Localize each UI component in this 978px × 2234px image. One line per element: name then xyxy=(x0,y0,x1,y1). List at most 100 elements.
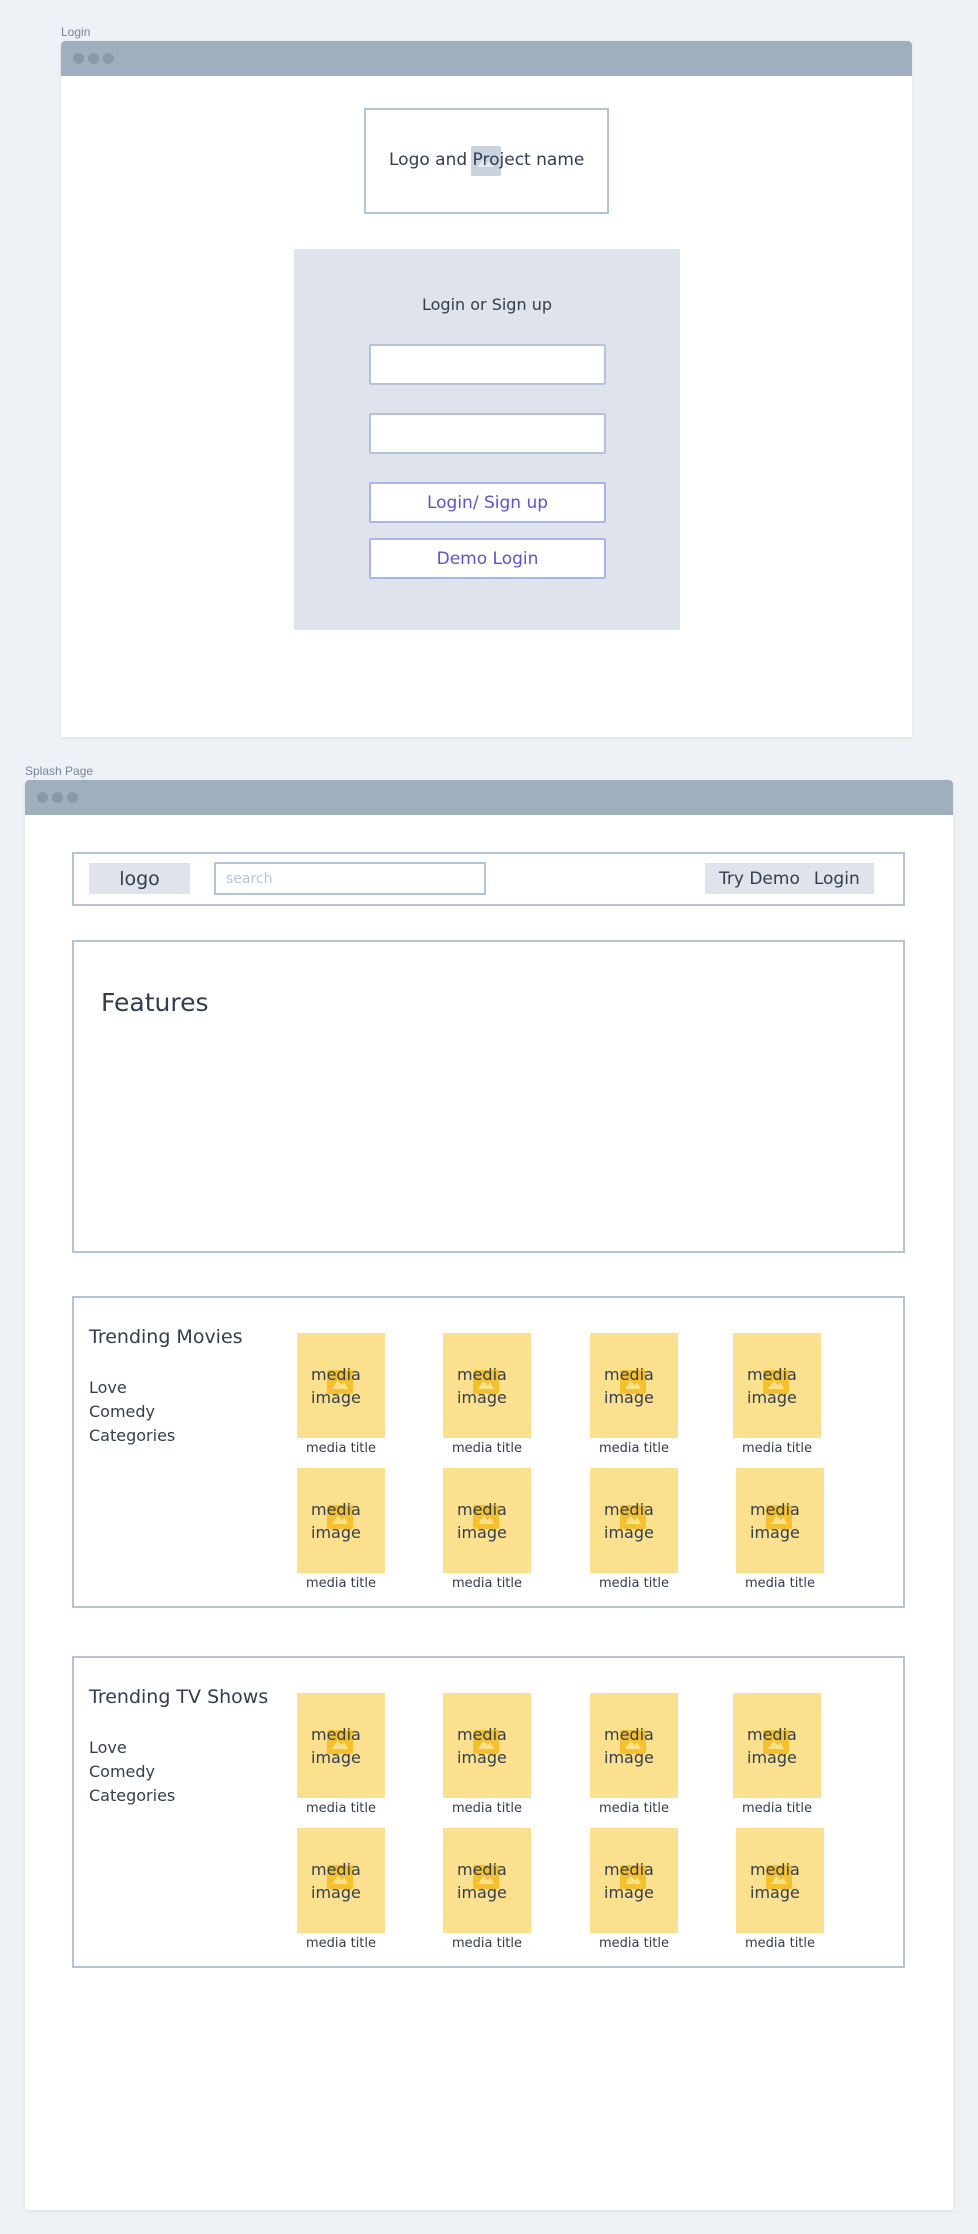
login-window: Logo and Project name Login or Sign up L… xyxy=(61,41,912,737)
media-title: media title xyxy=(744,1936,816,1951)
media-title: media title xyxy=(598,1441,670,1456)
category-link[interactable]: Comedy xyxy=(89,1760,175,1784)
media-image: media image xyxy=(297,1468,385,1573)
auth-input-2[interactable] xyxy=(369,413,606,454)
movies-category-list: Love Comedy Categories xyxy=(89,1376,175,1448)
media-image: media image xyxy=(590,1828,678,1933)
media-image: media image xyxy=(590,1693,678,1798)
try-demo-link[interactable]: Try Demo xyxy=(719,869,800,889)
auth-title: Login or Sign up xyxy=(422,295,552,314)
media-title: media title xyxy=(305,1576,377,1591)
logo-and-project-name: Logo and Project name xyxy=(364,108,609,214)
media-title: media title xyxy=(598,1936,670,1951)
tv-category-list: Love Comedy Categories xyxy=(89,1736,175,1808)
media-image-label: media image xyxy=(747,1365,797,1407)
media-card[interactable]: media image media title xyxy=(443,1468,531,1591)
media-title: media title xyxy=(305,1441,377,1456)
media-title: media title xyxy=(305,1936,377,1951)
media-image-label: media image xyxy=(604,1725,654,1767)
auth-panel: Login or Sign up Login/ Sign up Demo Log… xyxy=(294,249,680,630)
media-title: media title xyxy=(451,1441,523,1456)
media-card[interactable]: media image media title xyxy=(443,1333,531,1456)
media-card[interactable]: media image media title xyxy=(590,1333,678,1456)
media-image: media image xyxy=(736,1468,824,1573)
media-image-label: media image xyxy=(457,1725,507,1767)
media-image: media image xyxy=(443,1333,531,1438)
media-image: media image xyxy=(733,1333,821,1438)
login-frame-label: Login xyxy=(61,25,91,39)
media-image: media image xyxy=(297,1333,385,1438)
category-link[interactable]: Love xyxy=(89,1376,175,1400)
media-image: media image xyxy=(590,1468,678,1573)
window-dot-icon xyxy=(73,53,84,64)
media-image: media image xyxy=(736,1828,824,1933)
media-image: media image xyxy=(443,1828,531,1933)
login-link[interactable]: Login xyxy=(814,869,860,889)
logo-text: Logo and Project name xyxy=(389,150,585,170)
features-section: Features xyxy=(72,940,905,1253)
media-card[interactable]: media image media title xyxy=(297,1828,385,1951)
media-image-label: media image xyxy=(604,1860,654,1902)
category-link[interactable]: Comedy xyxy=(89,1400,175,1424)
nav-logo[interactable]: logo xyxy=(89,863,190,894)
media-card[interactable]: media image media title xyxy=(297,1333,385,1456)
trending-tv-title: Trending TV Shows xyxy=(89,1686,269,1708)
splash-window: logo search Try Demo Login Features Tren… xyxy=(25,780,953,2210)
category-link[interactable]: Love xyxy=(89,1736,175,1760)
media-card[interactable]: media image media title xyxy=(297,1468,385,1591)
window-dot-icon xyxy=(37,792,48,803)
media-card[interactable]: media image media title xyxy=(590,1468,678,1591)
features-title: Features xyxy=(101,988,209,1017)
category-link[interactable]: Categories xyxy=(89,1424,175,1448)
media-card[interactable]: media image media title xyxy=(590,1828,678,1951)
media-image-label: media image xyxy=(747,1725,797,1767)
trending-tv-section: Trending TV Shows Love Comedy Categories… xyxy=(72,1656,905,1968)
media-card[interactable]: media image media title xyxy=(443,1828,531,1951)
splash-window-titlebar xyxy=(25,780,953,815)
media-image: media image xyxy=(733,1693,821,1798)
media-image-label: media image xyxy=(604,1365,654,1407)
media-image-label: media image xyxy=(457,1500,507,1542)
media-title: media title xyxy=(451,1936,523,1951)
media-image-label: media image xyxy=(311,1860,361,1902)
media-card[interactable]: media image media title xyxy=(736,1828,824,1951)
media-image-label: media image xyxy=(750,1860,800,1902)
window-dot-icon xyxy=(67,792,78,803)
trending-movies-title: Trending Movies xyxy=(89,1326,243,1348)
category-link[interactable]: Categories xyxy=(89,1784,175,1808)
login-window-titlebar xyxy=(61,41,912,76)
window-dot-icon xyxy=(52,792,63,803)
media-title: media title xyxy=(598,1576,670,1591)
media-image-label: media image xyxy=(604,1500,654,1542)
media-title: media title xyxy=(744,1576,816,1591)
search-input[interactable]: search xyxy=(214,862,486,895)
media-image: media image xyxy=(443,1468,531,1573)
media-title: media title xyxy=(741,1441,813,1456)
media-image: media image xyxy=(297,1693,385,1798)
media-card[interactable]: media image media title xyxy=(297,1693,385,1816)
media-image-label: media image xyxy=(311,1725,361,1767)
window-dot-icon xyxy=(88,53,99,64)
login-signup-button[interactable]: Login/ Sign up xyxy=(369,482,606,523)
media-title: media title xyxy=(598,1801,670,1816)
media-title: media title xyxy=(305,1801,377,1816)
media-card[interactable]: media image media title xyxy=(443,1693,531,1816)
media-title: media title xyxy=(451,1801,523,1816)
media-card[interactable]: media image media title xyxy=(590,1693,678,1816)
media-image-label: media image xyxy=(311,1500,361,1542)
navbar: logo search Try Demo Login xyxy=(72,852,905,906)
window-dot-icon xyxy=(103,53,114,64)
splash-frame-label: Splash Page xyxy=(25,764,94,778)
media-card[interactable]: media image media title xyxy=(733,1693,821,1816)
media-image-label: media image xyxy=(457,1365,507,1407)
demo-login-button[interactable]: Demo Login xyxy=(369,538,606,579)
media-card[interactable]: media image media title xyxy=(733,1333,821,1456)
media-image: media image xyxy=(590,1333,678,1438)
trending-movies-section: Trending Movies Love Comedy Categories m… xyxy=(72,1296,905,1608)
media-image: media image xyxy=(297,1828,385,1933)
media-title: media title xyxy=(741,1801,813,1816)
media-card[interactable]: media image media title xyxy=(736,1468,824,1591)
media-image: media image xyxy=(443,1693,531,1798)
auth-input-1[interactable] xyxy=(369,344,606,385)
media-image-label: media image xyxy=(750,1500,800,1542)
